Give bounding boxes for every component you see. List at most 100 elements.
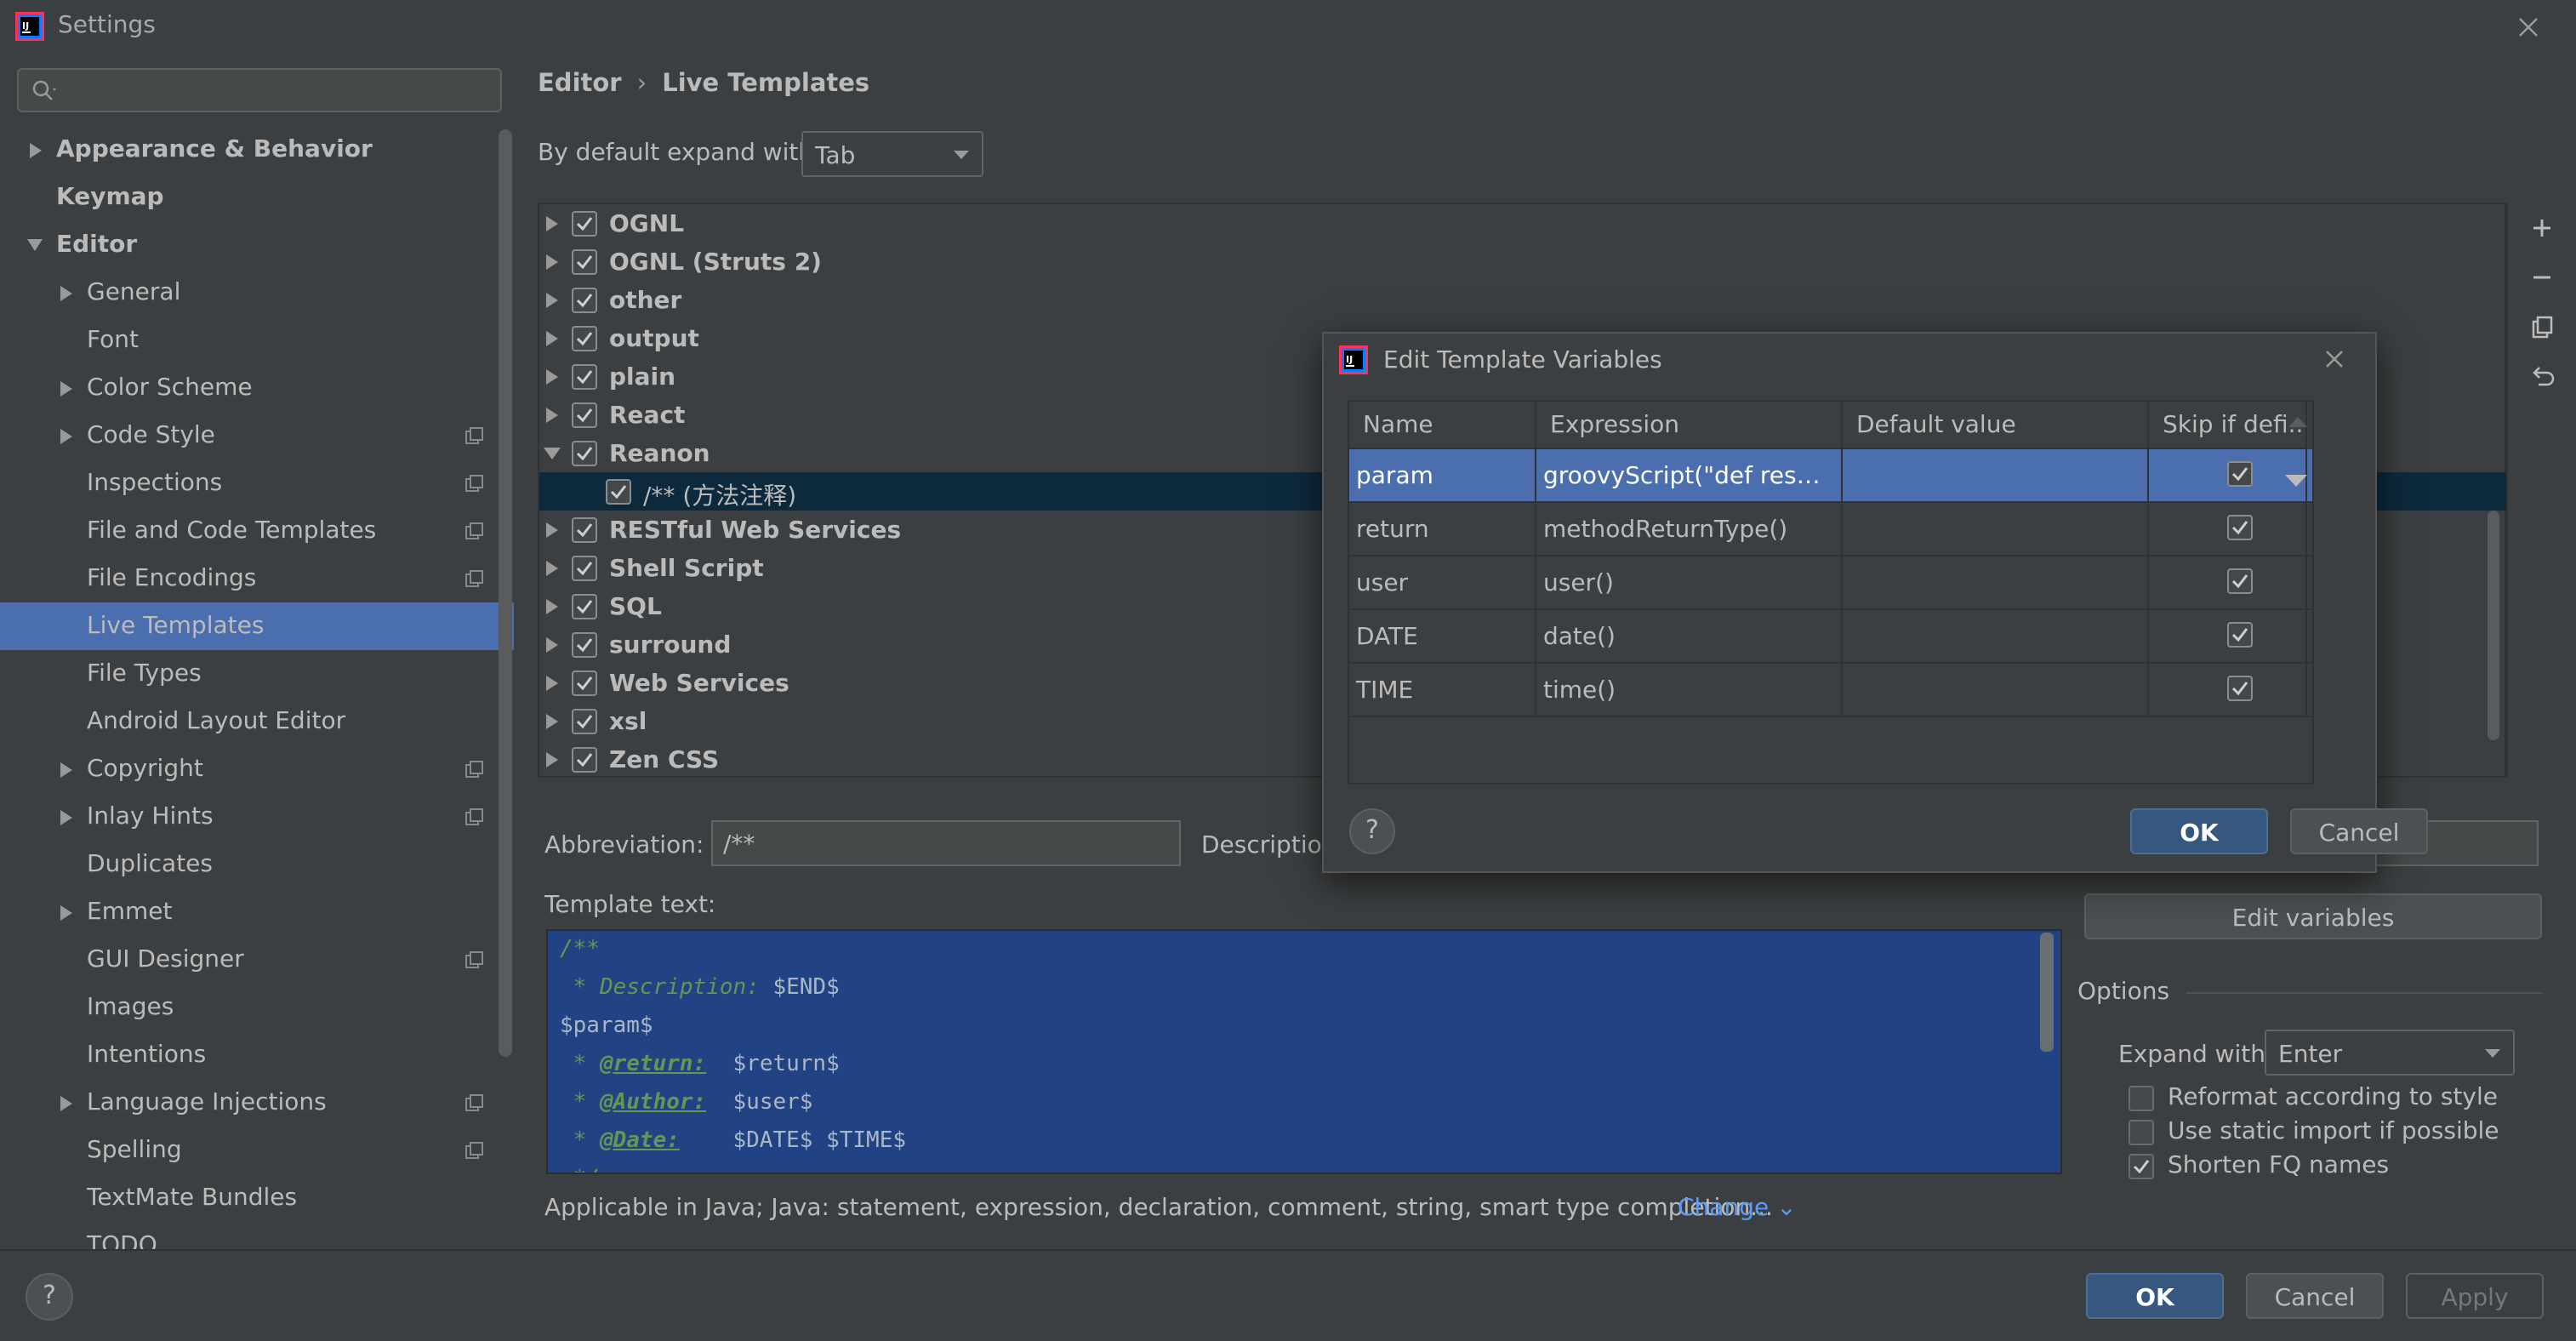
sidebar-item-keymap[interactable]: Keymap [0,174,514,221]
expand-arrow-icon[interactable] [544,522,560,539]
add-icon[interactable] [2525,211,2559,245]
variables-table[interactable]: Name Expression Default value Skip if de… [1348,400,2314,785]
expand-arrow-icon[interactable] [544,636,560,653]
expand-arrow-icon[interactable] [58,904,75,922]
cell-expression[interactable]: methodReturnType() [1536,503,1843,555]
sidebar-item-live-templates[interactable]: Live Templates [0,602,514,650]
sidebar-item-file-encodings[interactable]: File Encodings [0,555,514,602]
sidebar-item-inlay-hints[interactable]: Inlay Hints [0,793,514,841]
expand-arrow-icon[interactable] [544,407,560,424]
cancel-button[interactable]: Cancel [2246,1273,2384,1319]
expand-arrow-icon[interactable] [58,284,75,303]
column-header-name[interactable]: Name [1349,402,1536,449]
tree-item-ognl[interactable]: OGNL [539,204,2506,243]
move-up-icon[interactable] [2287,415,2309,429]
expand-arrow-icon[interactable] [544,330,560,347]
expand-arrow-icon[interactable] [544,292,560,309]
expand-arrow-icon[interactable] [27,141,44,160]
group-checkbox[interactable] [572,326,597,351]
expand-arrow-icon[interactable] [544,751,560,768]
column-header-skip-if-defined[interactable]: Skip if defi... [2149,402,2307,449]
sidebar-scrollbar[interactable] [499,129,512,1057]
expand-arrow-icon[interactable] [58,379,75,398]
collapse-arrow-icon[interactable] [26,237,43,255]
expand-arrow-icon[interactable] [58,761,75,779]
expand-arrow-icon[interactable] [544,254,560,271]
settings-search-input[interactable] [17,68,502,112]
sidebar-item-general[interactable]: General [0,269,514,317]
abbreviation-input[interactable] [711,820,1181,866]
template-text-editor[interactable]: /** * Description: $END$ $param$ * @retu… [546,929,2062,1174]
group-checkbox[interactable] [572,441,597,466]
cell-expression[interactable]: date() [1536,610,1843,662]
sidebar-item-code-style[interactable]: Code Style [0,412,514,459]
group-checkbox[interactable] [572,402,597,428]
table-row[interactable]: param groovyScript("def result... [1349,449,2312,503]
move-down-icon[interactable] [2283,473,2309,488]
sidebar-item-editor[interactable]: Editor [0,221,514,269]
cell-expression[interactable]: time() [1536,664,1843,716]
sidebar-item-todo[interactable]: TODO [0,1222,514,1249]
skip-checkbox[interactable] [2227,515,2253,540]
close-icon[interactable] [2317,342,2351,376]
cell-name[interactable]: user [1349,556,1536,608]
cell-name[interactable]: return [1349,503,1536,555]
cell-default-value[interactable] [1843,556,2149,608]
sidebar-item-gui-designer[interactable]: GUI Designer [0,936,514,984]
remove-icon[interactable] [2525,260,2559,294]
cell-name[interactable]: TIME [1349,664,1536,716]
sidebar-item-copyright[interactable]: Copyright [0,745,514,793]
tree-scrollbar[interactable] [2488,511,2499,740]
expand-with-dropdown[interactable]: Tab [801,131,983,177]
apply-button[interactable]: Apply [2406,1273,2544,1319]
sidebar-item-emmet[interactable]: Emmet [0,888,514,936]
sidebar-item-appearance-behavior[interactable]: Appearance & Behavior [0,126,514,174]
sidebar-item-textmate-bundles[interactable]: TextMate Bundles [0,1174,514,1222]
cell-name[interactable]: DATE [1349,610,1536,662]
expand-arrow-icon[interactable] [544,675,560,692]
table-row[interactable]: return methodReturnType() [1349,503,2312,556]
cell-expression[interactable]: user() [1536,556,1843,608]
group-checkbox[interactable] [572,364,597,390]
expand-arrow-icon[interactable] [544,598,560,615]
expand-arrow-icon[interactable] [544,215,560,232]
tree-item-other[interactable]: other [539,281,2506,319]
group-checkbox[interactable] [572,709,597,734]
group-checkbox[interactable] [572,594,597,619]
checkbox-box[interactable] [2129,1086,2154,1111]
table-row[interactable]: DATE date() [1349,610,2312,664]
skip-checkbox[interactable] [2227,622,2253,648]
sidebar-item-android-layout-editor[interactable]: Android Layout Editor [0,698,514,745]
group-checkbox[interactable] [572,288,597,313]
expand-arrow-icon[interactable] [544,368,560,385]
cell-default-value[interactable] [1843,449,2149,501]
expand-with-dropdown[interactable]: Enter [2265,1030,2515,1076]
close-icon[interactable] [2510,9,2547,46]
cell-default-value[interactable] [1843,610,2149,662]
cell-expression[interactable]: groovyScript("def result... [1536,449,1843,501]
cell-default-value[interactable] [1843,503,2149,555]
table-row[interactable]: user user() [1349,556,2312,610]
group-checkbox[interactable] [572,670,597,696]
sidebar-item-spelling[interactable]: Spelling [0,1127,514,1174]
help-button[interactable]: ? [26,1273,73,1321]
editor-scrollbar[interactable] [2040,933,2054,1052]
ok-button[interactable]: OK [2086,1273,2224,1319]
group-checkbox[interactable] [572,249,597,275]
skip-checkbox[interactable] [2227,676,2253,701]
expand-arrow-icon[interactable] [58,1094,75,1113]
group-checkbox[interactable] [572,556,597,581]
expand-arrow-icon[interactable] [544,713,560,730]
group-checkbox[interactable] [572,211,597,237]
tree-item-ognl-struts[interactable]: OGNL (Struts 2) [539,243,2506,281]
dialog-help-button[interactable]: ? [1349,808,1395,854]
sidebar-item-intentions[interactable]: Intentions [0,1031,514,1079]
sidebar-item-images[interactable]: Images [0,984,514,1031]
expand-arrow-icon[interactable] [58,808,75,827]
undo-icon[interactable] [2525,359,2559,393]
collapse-arrow-icon[interactable] [543,445,561,462]
sidebar-item-language-injections[interactable]: Language Injections [0,1079,514,1127]
breadcrumb-parent[interactable]: Editor [538,68,622,97]
dialog-cancel-button[interactable]: Cancel [2290,808,2428,854]
sidebar-item-duplicates[interactable]: Duplicates [0,841,514,888]
